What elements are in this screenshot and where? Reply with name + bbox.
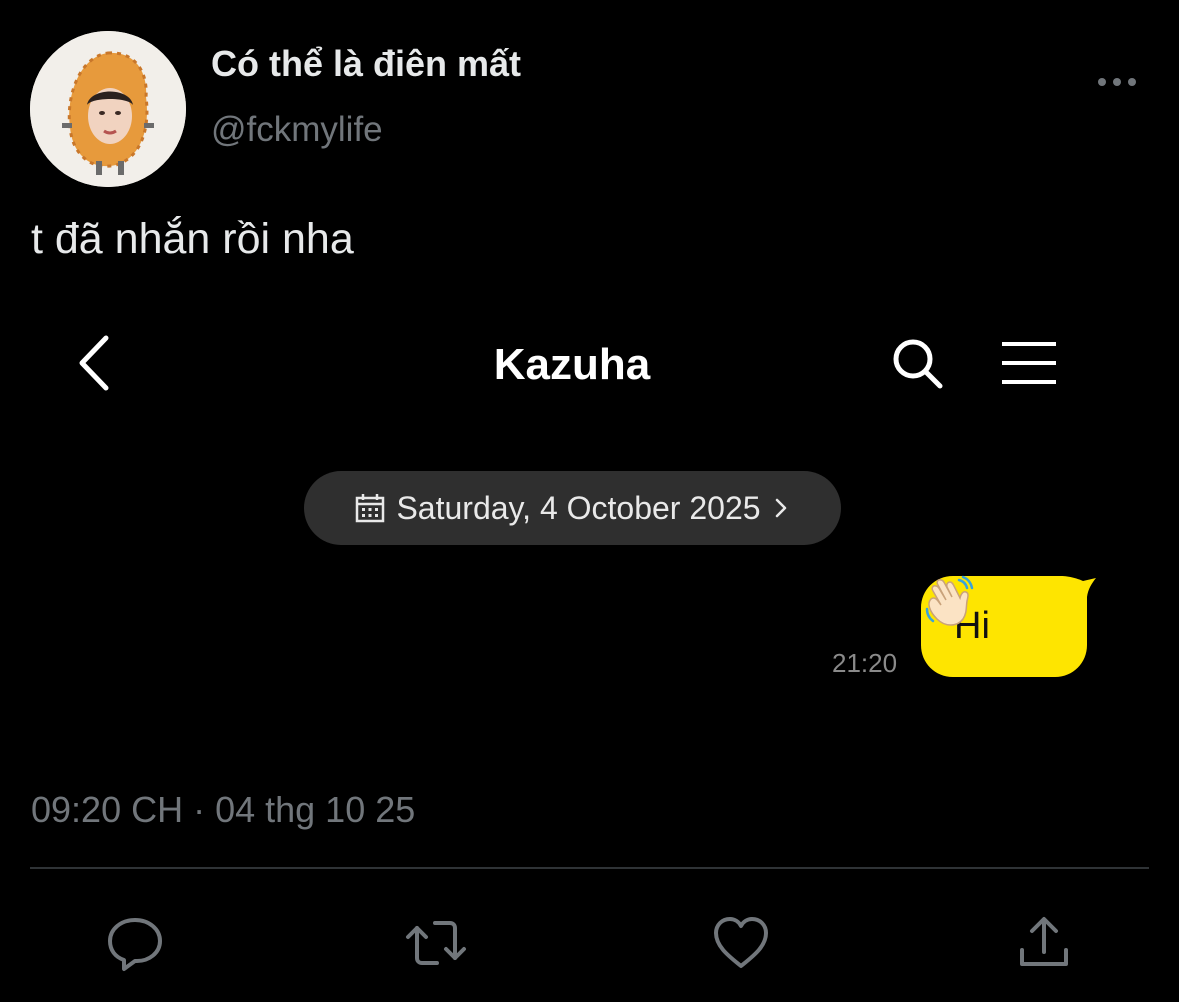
date-pill: Saturday, 4 October 2025 [304, 471, 841, 545]
message-time: 21:20 [832, 648, 898, 678]
share-icon[interactable] [1011, 910, 1077, 976]
avatar[interactable] [30, 31, 186, 187]
retweet-icon[interactable] [403, 910, 469, 976]
date-pill-label: Saturday, 4 October 2025 [396, 489, 761, 526]
waving-hand-icon [925, 575, 974, 626]
tweet-timestamp[interactable]: 09:20 CH · 04 thg 10 25 [31, 789, 415, 831]
chat-title: Kazuha [493, 340, 651, 389]
heart-icon[interactable] [708, 910, 774, 976]
tweet-text: t đã nhắn rồi nha [31, 215, 354, 263]
user-handle[interactable]: @fckmylife [211, 110, 383, 150]
search-icon [890, 336, 946, 392]
chevron-right-icon [775, 498, 786, 518]
display-name[interactable]: Có thể là điên mất [211, 43, 521, 85]
divider [30, 867, 1149, 869]
menu-icon [998, 338, 1060, 388]
message-bubble: Hi [921, 575, 1096, 677]
more-horizontal-icon[interactable] [1095, 68, 1139, 96]
calendar-icon [356, 494, 385, 523]
reply-icon[interactable] [102, 910, 168, 976]
